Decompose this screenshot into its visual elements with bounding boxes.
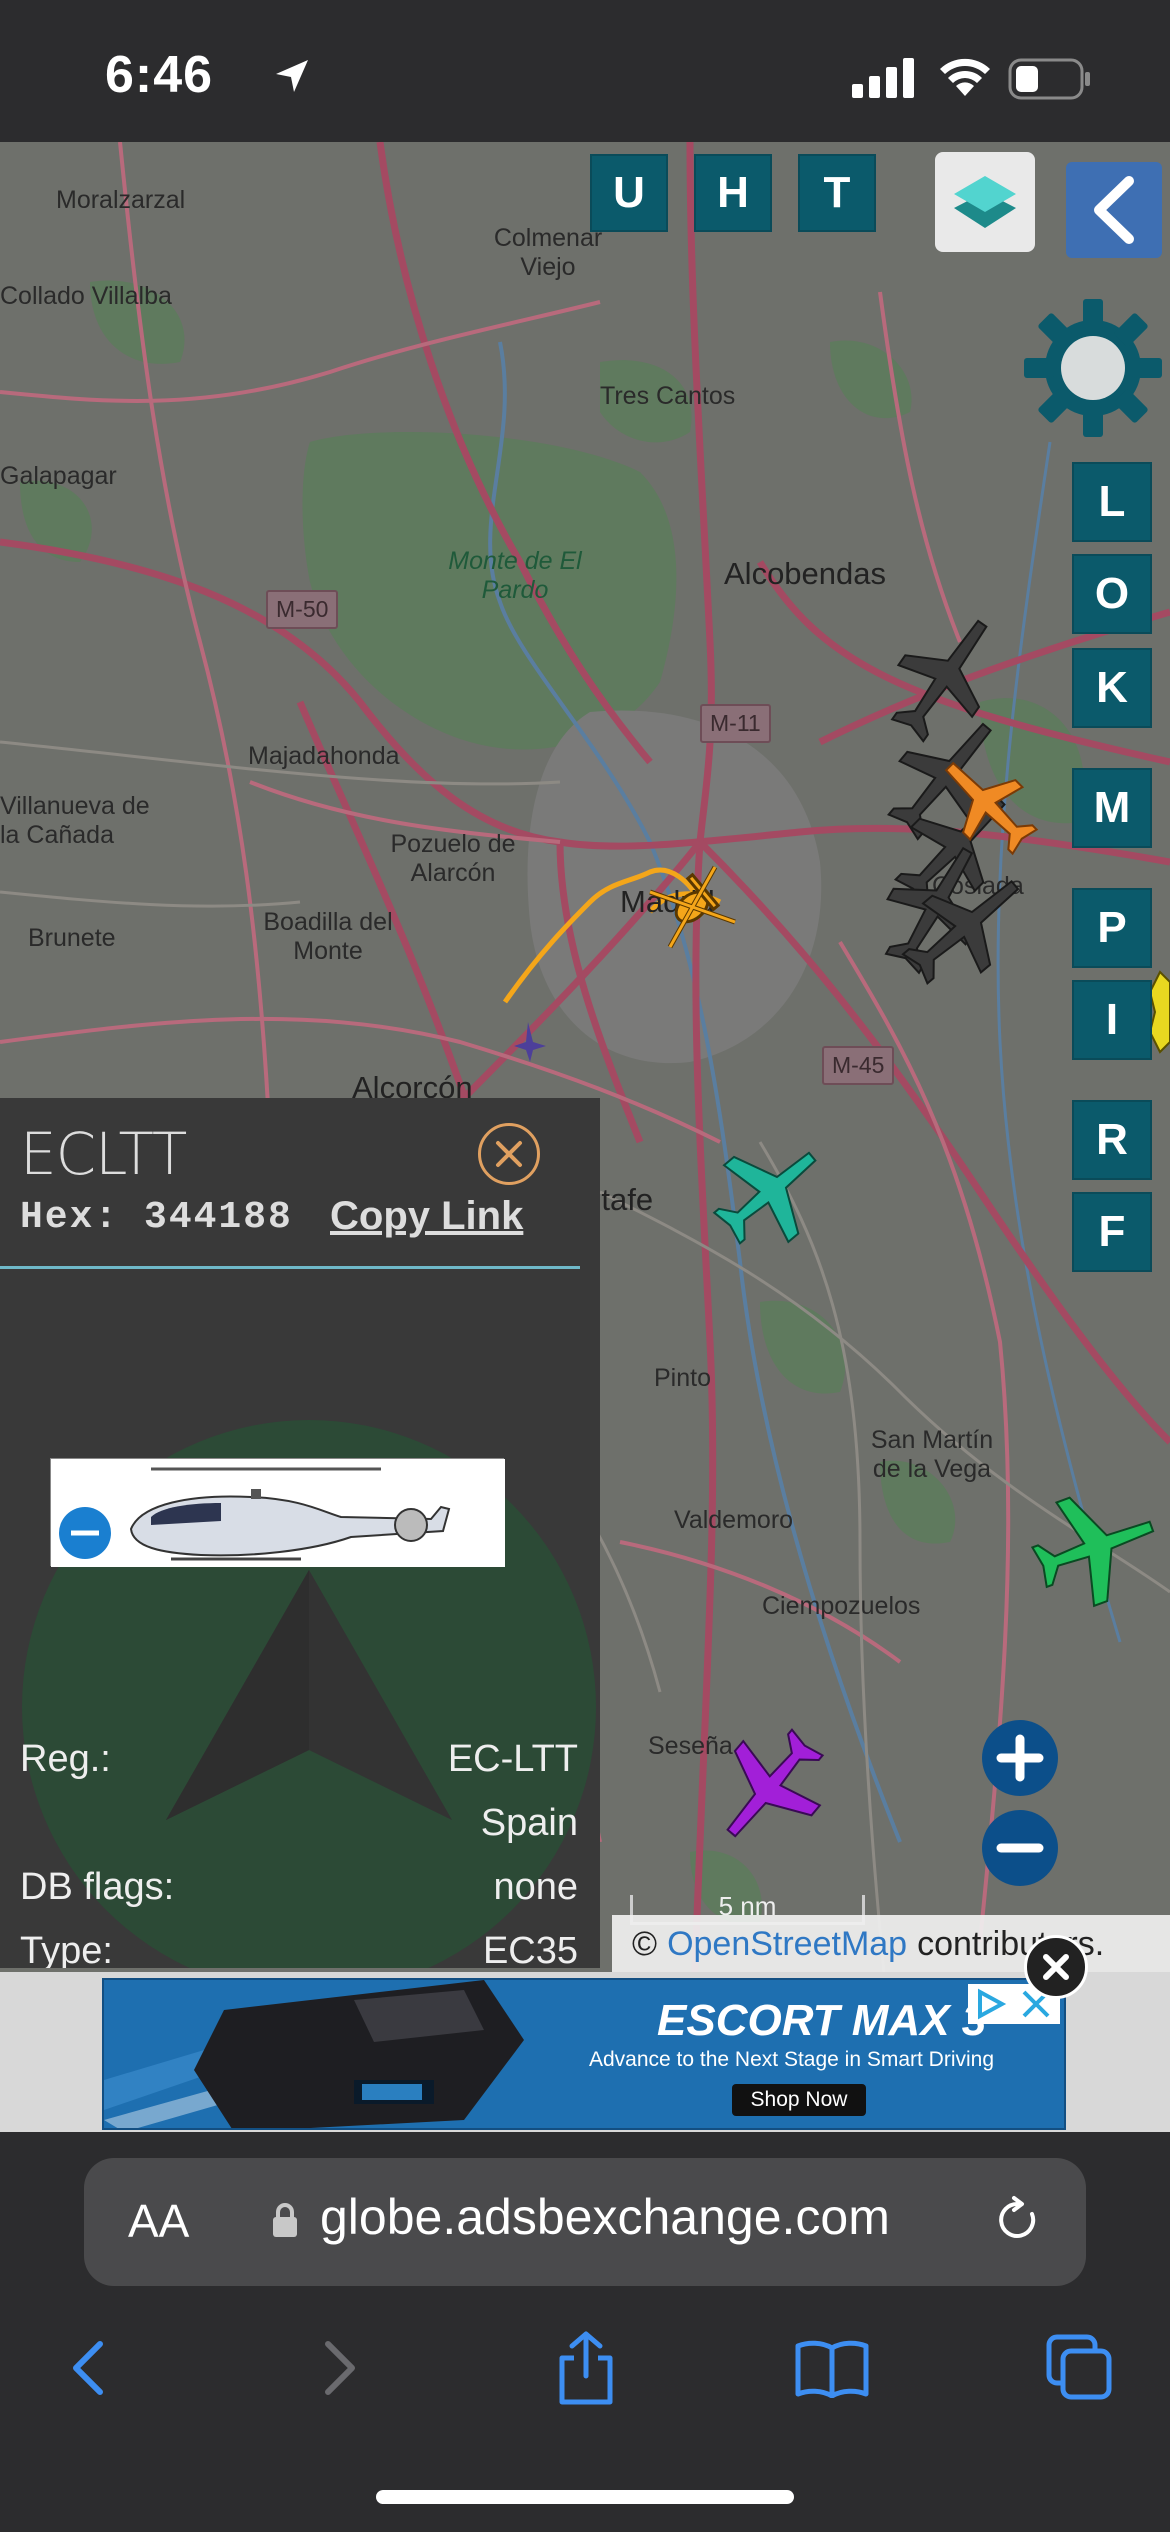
aircraft-callsign: ECLTT (20, 1120, 187, 1188)
toggle-i-button[interactable]: I (1072, 980, 1152, 1060)
toggle-f-button[interactable]: F (1072, 1192, 1152, 1272)
collapse-sidebar-button[interactable] (1066, 162, 1162, 258)
map-label-tres-cantos: Tres Cantos (600, 382, 736, 410)
toggle-l-button[interactable]: L (1072, 462, 1152, 542)
info-value-registration: EC-LTT (447, 1738, 578, 1780)
share-button[interactable] (546, 2328, 626, 2408)
toggle-u-button[interactable]: U (590, 154, 668, 232)
status-bar: 6:46 (0, 0, 1170, 142)
map-label-galapagar: Galapagar (0, 462, 117, 490)
info-key-registration: Reg.: (20, 1738, 111, 1780)
map-label-pinto: Pinto (654, 1364, 711, 1392)
copy-link-button[interactable]: Copy Link (330, 1194, 523, 1239)
tabs-icon (1046, 2334, 1112, 2400)
map-label-pozuelo: Pozuelo de Alarcón (390, 830, 516, 887)
wifi-icon (940, 58, 990, 96)
selected-aircraft-icon[interactable] (640, 852, 750, 962)
zoom-out-button[interactable] (982, 1810, 1058, 1886)
ad-subtitle: Advance to the Next Stage in Smart Drivi… (589, 2048, 995, 2071)
cellular-signal-icon (852, 58, 914, 98)
ad-banner[interactable]: ESCORT MAX 3 Advance to the Next Stage i… (102, 1978, 1066, 2130)
lock-icon (273, 2203, 297, 2237)
aircraft-purple-icon[interactable] (710, 1722, 830, 1852)
url-text[interactable]: globe.adsbexchange.com (320, 2188, 890, 2246)
address-bar[interactable]: AA globe.adsbexchange.com (84, 2158, 1086, 2286)
toggle-m-button[interactable]: M (1072, 768, 1152, 848)
home-indicator (376, 2490, 794, 2504)
helicopter-photo-image (51, 1459, 505, 1567)
aircraft-photo[interactable] (50, 1458, 505, 1567)
toggle-h-button[interactable]: H (694, 154, 772, 232)
chevron-right-icon (325, 2341, 355, 2395)
map-label-collado-villalba: Collado Villalba (0, 282, 172, 310)
text-size-button[interactable]: AA (128, 2194, 189, 2248)
toggle-p-button[interactable]: P (1072, 888, 1152, 968)
hex-code: Hex: 344188 (20, 1196, 293, 1239)
map-label-colmenar-viejo: Colmenar Viejo (493, 224, 603, 281)
panel-divider (0, 1266, 580, 1269)
close-panel-button[interactable] (478, 1123, 540, 1185)
toggle-k-button[interactable]: K (1072, 648, 1152, 728)
aircraft-green-icon[interactable] (1020, 1482, 1170, 1612)
ad-title: ESCORT MAX 3 (657, 1996, 987, 2045)
tabs-button[interactable] (1040, 2328, 1120, 2408)
map-label-monte-de-el-pardo: Monte de El Pardo (448, 547, 582, 604)
aircraft-info-panel: ECLTT Hex: 344188 Copy Link Reg.: EC-LTT (0, 1098, 600, 1968)
aircraft-teal-icon[interactable] (710, 1132, 830, 1252)
map-label-san-martin: San Martín de la Vega (870, 1426, 994, 1483)
chevron-left-icon (73, 2341, 103, 2395)
info-key-type: Type: (20, 1930, 113, 1968)
ad-close-button[interactable] (1024, 1935, 1088, 1999)
map-label-alcobendas: Alcobendas (724, 556, 887, 591)
close-icon (1043, 1954, 1069, 1980)
road-shield-m50: M-50 (266, 590, 339, 629)
map-label-ciempozuelos: Ciempozuelos (762, 1592, 921, 1620)
layers-button[interactable] (935, 152, 1035, 252)
road-shield-m11: M-11 (700, 704, 771, 743)
location-arrow-icon (276, 60, 308, 92)
map-label-brunete: Brunete (28, 924, 116, 952)
openstreetmap-link[interactable]: OpenStreetMap (667, 1925, 907, 1964)
toggle-r-button[interactable]: R (1072, 1100, 1152, 1180)
aircraft-cluster-icon[interactable] (860, 602, 1050, 1022)
bookmarks-button[interactable] (792, 2328, 872, 2408)
layers-icon (954, 176, 1016, 228)
map-label-moralzarzal: Moralzarzal (56, 186, 186, 214)
map-label-boadilla: Boadilla del Monte (263, 908, 393, 965)
zoom-in-button[interactable] (982, 1720, 1058, 1796)
attribution-prefix: © (632, 1924, 658, 1963)
reload-icon[interactable] (992, 2194, 1044, 2246)
toggle-t-button[interactable]: T (798, 154, 876, 232)
plus-icon (996, 1734, 1044, 1782)
info-key-db-flags: DB flags: (20, 1866, 175, 1908)
info-value-country: Spain (480, 1802, 578, 1844)
forward-button[interactable] (300, 2328, 380, 2408)
toggle-o-button[interactable]: O (1072, 554, 1152, 634)
status-time: 6:46 (105, 46, 214, 104)
share-icon (559, 2331, 613, 2405)
minus-icon (996, 1843, 1044, 1853)
road-shield-m45: M-45 (822, 1046, 895, 1085)
back-button[interactable] (48, 2328, 128, 2408)
map-label-valdemoro: Valdemoro (674, 1506, 794, 1534)
settings-gear-icon[interactable] (1020, 295, 1166, 441)
book-icon (795, 2340, 869, 2398)
map-label-villanueva: Villanueva de la Cañada (0, 792, 150, 849)
ad-shop-now-button[interactable]: Shop Now (732, 2084, 866, 2116)
close-icon (496, 1141, 522, 1167)
info-value-type: EC35 (482, 1930, 578, 1968)
map-label-majadahonda: Majadahonda (248, 742, 400, 770)
battery-icon (1008, 58, 1090, 100)
info-value-db-flags: none (493, 1866, 578, 1908)
chevron-left-icon (1094, 176, 1134, 244)
